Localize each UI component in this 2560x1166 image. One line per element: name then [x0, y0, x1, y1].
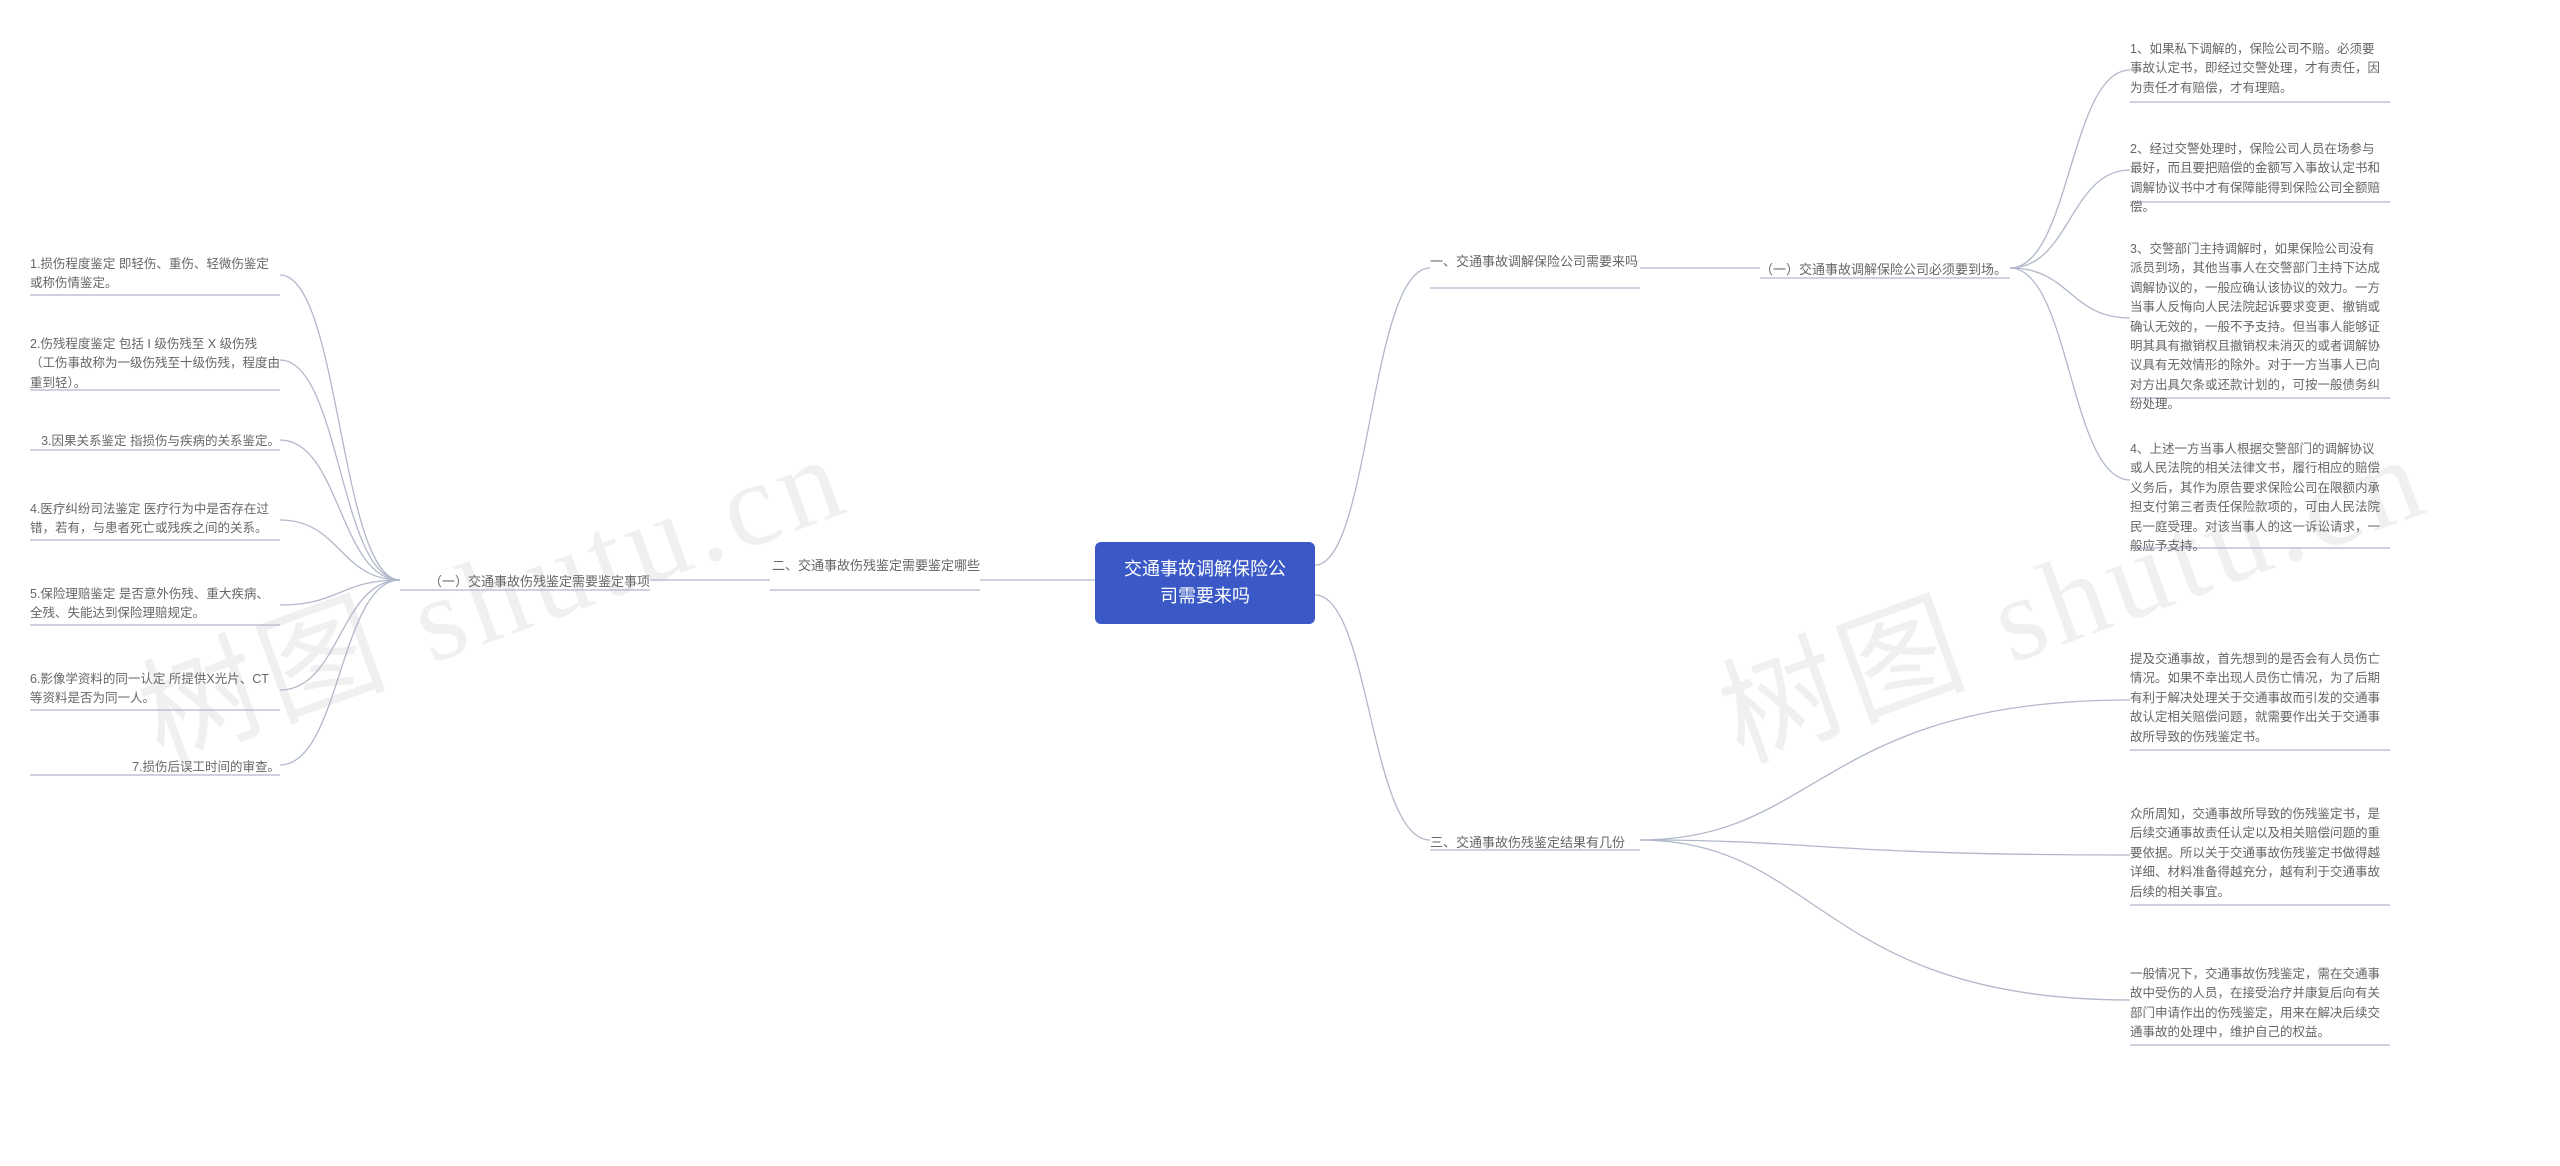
leaf-r3-2: 众所周知，交通事故所导致的伤残鉴定书，是后续交通事故责任认定以及相关赔偿问题的重… — [2130, 805, 2380, 902]
branch-left-2-sub[interactable]: （一）交通事故伤残鉴定需要鉴定事项 — [400, 572, 650, 592]
leaf-r1-1: 1、如果私下调解的，保险公司不赔。必须要事故认定书，即经过交警处理，才有责任，因… — [2130, 40, 2380, 98]
branch-right-1-sub[interactable]: （一）交通事故调解保险公司必须要到场。 — [1760, 260, 2010, 280]
branch-left-2[interactable]: 二、交通事故伤残鉴定需要鉴定哪些 — [770, 556, 980, 576]
leaf-l2-7: 7.损伤后误工时间的审查。 — [30, 758, 280, 777]
leaf-r1-4: 4、上述一方当事人根据交警部门的调解协议或人民法院的相关法律文书，履行相应的赔偿… — [2130, 440, 2380, 556]
leaf-l2-2: 2.伤残程度鉴定 包括 I 级伤残至 X 级伤残（工伤事故称为一级伤残至十级伤残… — [30, 335, 280, 393]
branch-right-1[interactable]: 一、交通事故调解保险公司需要来吗 — [1430, 252, 1640, 272]
leaf-r1-2: 2、经过交警处理时，保险公司人员在场参与最好，而且要把赔偿的金额写入事故认定书和… — [2130, 140, 2380, 218]
leaf-r3-1: 提及交通事故，首先想到的是否会有人员伤亡情况。如果不幸出现人员伤亡情况，为了后期… — [2130, 650, 2380, 747]
leaf-l2-4: 4.医疗纠纷司法鉴定 医疗行为中是否存在过错，若有，与患者死亡或残疾之间的关系。 — [30, 500, 280, 539]
root-node[interactable]: 交通事故调解保险公司需要来吗 — [1095, 542, 1315, 624]
leaf-l2-3: 3.因果关系鉴定 指损伤与疾病的关系鉴定。 — [30, 432, 280, 451]
leaf-r3-3: 一般情况下，交通事故伤残鉴定，需在交通事故中受伤的人员，在接受治疗并康复后向有关… — [2130, 965, 2380, 1043]
leaf-r1-3: 3、交警部门主持调解时，如果保险公司没有派员到场，其他当事人在交警部门主持下达成… — [2130, 240, 2380, 414]
leaf-l2-1: 1.损伤程度鉴定 即轻伤、重伤、轻微伤鉴定或称伤情鉴定。 — [30, 255, 280, 294]
leaf-l2-5: 5.保险理赔鉴定 是否意外伤残、重大疾病、全残、失能达到保险理赔规定。 — [30, 585, 280, 624]
leaf-l2-6: 6.影像学资料的同一认定 所提供X光片、CT等资料是否为同一人。 — [30, 670, 280, 709]
branch-right-3[interactable]: 三、交通事故伤残鉴定结果有几份 — [1430, 833, 1640, 853]
